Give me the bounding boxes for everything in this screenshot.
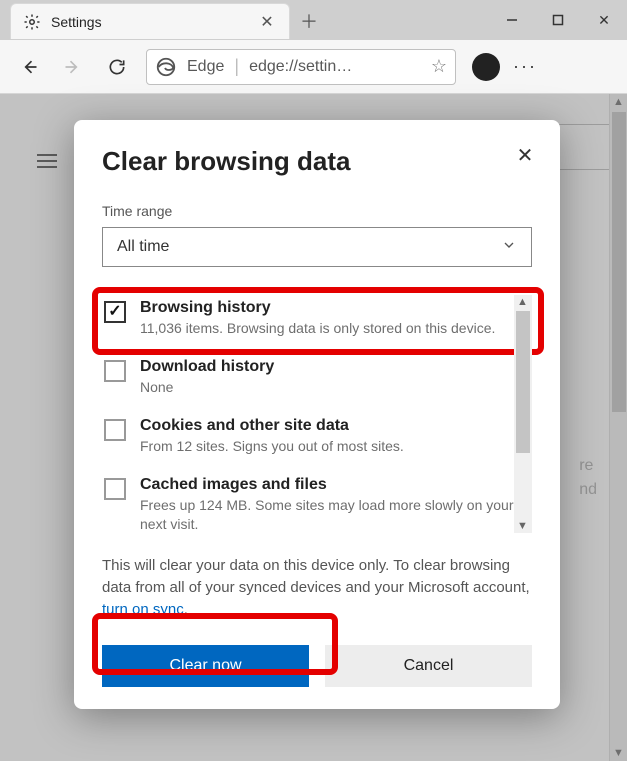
clear-now-button[interactable]: Clear now: [102, 645, 309, 687]
time-range-label: Time range: [102, 203, 532, 219]
option-download-history[interactable]: Download history None: [102, 348, 522, 407]
option-subtitle: None: [140, 378, 274, 397]
note-text-prefix: This will clear your data on this device…: [102, 557, 530, 596]
new-tab-button[interactable]: ＋: [290, 2, 328, 40]
sync-note: This will clear your data on this device…: [102, 555, 532, 620]
toolbar: Edge | edge://settin… ☆ ···: [0, 40, 627, 94]
turn-on-sync-link[interactable]: turn on sync: [102, 601, 184, 618]
back-button[interactable]: [10, 48, 48, 86]
chevron-down-icon: [501, 237, 517, 258]
checkbox-download-history[interactable]: [104, 360, 126, 382]
browser-name-label: Edge: [187, 58, 224, 76]
checkbox-cache[interactable]: [104, 478, 126, 500]
time-range-value: All time: [117, 238, 169, 256]
data-type-list: Browsing history 11,036 items. Browsing …: [102, 289, 532, 543]
option-title: Cached images and files: [140, 476, 520, 494]
refresh-button[interactable]: [98, 48, 136, 86]
divider: |: [234, 56, 239, 77]
edge-logo-icon: [155, 56, 177, 78]
profile-avatar[interactable]: [472, 53, 500, 81]
close-tab-icon[interactable]: ✕: [255, 12, 279, 32]
browser-tab-settings[interactable]: Settings ✕: [10, 3, 290, 39]
window-close-button[interactable]: ✕: [581, 0, 627, 40]
button-label: Cancel: [404, 657, 454, 675]
checkbox-browsing-history[interactable]: [104, 301, 126, 323]
option-title: Browsing history: [140, 299, 495, 317]
option-browsing-history[interactable]: Browsing history 11,036 items. Browsing …: [102, 289, 522, 348]
window-maximize-button[interactable]: [535, 0, 581, 40]
option-title: Cookies and other site data: [140, 417, 404, 435]
options-scrollbar[interactable]: [514, 295, 532, 533]
gear-icon: [23, 13, 41, 31]
cancel-button[interactable]: Cancel: [325, 645, 532, 687]
address-bar[interactable]: Edge | edge://settin… ☆: [146, 49, 456, 85]
clear-browsing-data-dialog: ✕ Clear browsing data Time range All tim…: [74, 120, 560, 709]
title-bar: Settings ✕ ＋ ✕: [0, 0, 627, 40]
window-controls: ✕: [489, 0, 627, 40]
option-subtitle: 11,036 items. Browsing data is only stor…: [140, 319, 495, 338]
note-text-suffix: .: [184, 601, 188, 618]
option-subtitle: Frees up 124 MB. Some sites may load mor…: [140, 496, 520, 534]
dialog-close-button[interactable]: ✕: [508, 138, 542, 172]
option-cookies[interactable]: Cookies and other site data From 12 site…: [102, 407, 522, 466]
option-cache[interactable]: Cached images and files Frees up 124 MB.…: [102, 466, 522, 544]
url-text: edge://settin…: [249, 58, 421, 76]
time-range-select[interactable]: All time: [102, 227, 532, 267]
checkbox-cookies[interactable]: [104, 419, 126, 441]
forward-button[interactable]: [54, 48, 92, 86]
dialog-title: Clear browsing data: [102, 146, 532, 177]
option-title: Download history: [140, 358, 274, 376]
menu-button[interactable]: ···: [506, 56, 544, 77]
button-label: Clear now: [169, 657, 241, 675]
window-minimize-button[interactable]: [489, 0, 535, 40]
tab-title: Settings: [51, 14, 245, 30]
dialog-buttons: Clear now Cancel: [102, 645, 532, 687]
option-subtitle: From 12 sites. Signs you out of most sit…: [140, 437, 404, 456]
favorite-icon[interactable]: ☆: [431, 56, 447, 77]
